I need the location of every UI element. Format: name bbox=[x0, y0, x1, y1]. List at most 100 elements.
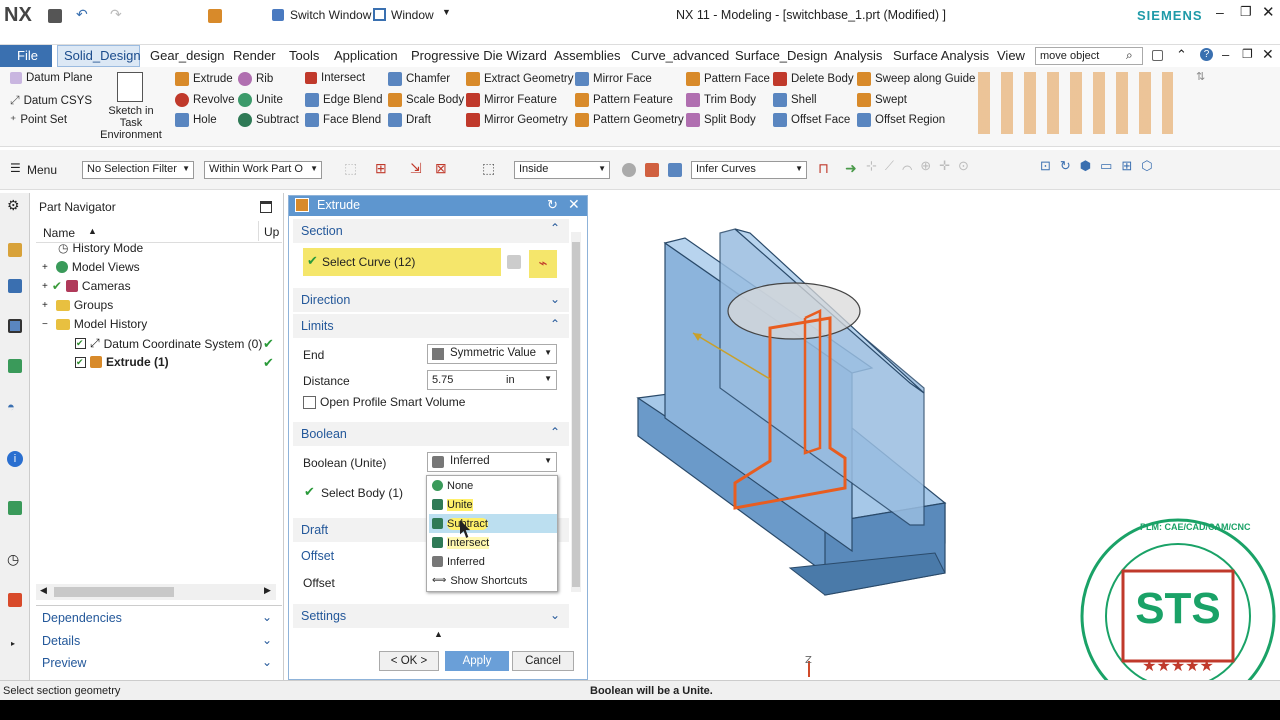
tree-item-model-views[interactable]: + Model Views bbox=[42, 260, 140, 274]
info-icon[interactable]: i bbox=[7, 451, 23, 467]
chevron-down-icon[interactable]: ⌄ bbox=[550, 608, 560, 622]
tab-gear-design[interactable]: Gear_design bbox=[150, 48, 224, 63]
dialog-scroll-thumb[interactable] bbox=[572, 242, 580, 587]
offset-group-header[interactable]: Offset bbox=[301, 549, 334, 563]
switch-window-button[interactable]: Switch Window bbox=[290, 8, 371, 22]
gallery-scroll-icon[interactable]: ⇅ bbox=[1196, 70, 1205, 83]
pattern-geometry-button[interactable]: Pattern Geometry bbox=[575, 113, 684, 127]
point-set-button[interactable]: ⁺ Point Set bbox=[10, 113, 67, 127]
mirror-feature-button[interactable]: Mirror Feature bbox=[466, 93, 557, 107]
tab-progressive-die[interactable]: Progressive Die Wizard bbox=[411, 48, 547, 63]
snap-point-icons[interactable]: ⊹⟋⌒⊕✛⊙ bbox=[866, 158, 1016, 180]
doc-minimize-icon[interactable]: – bbox=[1222, 47, 1229, 62]
maximize-panel-icon[interactable] bbox=[260, 201, 272, 213]
tree-item-groups[interactable]: + Groups bbox=[42, 298, 113, 312]
tab-analysis[interactable]: Analysis bbox=[834, 48, 882, 63]
name-column-header[interactable]: Name bbox=[43, 226, 75, 240]
chevron-down-icon[interactable]: ⌄ bbox=[262, 633, 272, 647]
offset-face-button[interactable]: Offset Face bbox=[773, 113, 850, 127]
visibility-checkbox[interactable]: ✔ bbox=[75, 356, 86, 368]
tab-solid-design[interactable]: Solid_Design bbox=[64, 48, 141, 63]
scale-body-button[interactable]: Scale Body bbox=[388, 93, 464, 107]
chevron-down-icon[interactable]: ⌄ bbox=[262, 610, 272, 624]
end-select[interactable]: Symmetric Value ▼ bbox=[427, 344, 557, 364]
more-tools-gallery[interactable] bbox=[978, 72, 1173, 134]
expand-icon[interactable]: + bbox=[42, 300, 48, 311]
scroll-right-icon[interactable]: ▶ bbox=[264, 585, 271, 596]
limits-group-header[interactable]: Limits bbox=[301, 319, 334, 333]
swept-button[interactable]: Swept bbox=[857, 93, 907, 107]
redo-icon[interactable]: ↷ bbox=[110, 6, 122, 23]
option-none[interactable]: None bbox=[429, 476, 557, 495]
ok-button[interactable]: < OK > bbox=[379, 651, 439, 671]
tab-assemblies[interactable]: Assemblies bbox=[554, 48, 620, 63]
unite-button[interactable]: Unite bbox=[238, 93, 283, 107]
tab-view[interactable]: View bbox=[997, 48, 1025, 63]
window-menu[interactable]: Window bbox=[391, 8, 434, 22]
rectangle-select-icon[interactable]: ⬚ bbox=[482, 160, 495, 177]
trim-body-button[interactable]: Trim Body bbox=[686, 93, 756, 107]
revolve-button[interactable]: Revolve bbox=[175, 93, 235, 107]
search-icon[interactable]: ⌕ bbox=[1126, 48, 1133, 63]
collapse-ribbon-icon[interactable]: ⌃ bbox=[1176, 47, 1187, 63]
boolean-select[interactable]: Inferred ▼ bbox=[427, 452, 557, 472]
view-control-icons[interactable]: ⊡↻⬢▭⊞⬡ bbox=[1040, 158, 1250, 182]
face-blend-button[interactable]: Face Blend bbox=[305, 113, 381, 127]
settings-gear-icon[interactable]: ⚙ bbox=[7, 197, 20, 214]
hole-button[interactable]: Hole bbox=[175, 113, 217, 127]
roles-icon[interactable] bbox=[8, 593, 22, 607]
menu-button[interactable]: Menu bbox=[27, 163, 57, 177]
extract-geometry-button[interactable]: Extract Geometry bbox=[466, 72, 573, 86]
stop-at-intersection-icon[interactable]: ⊓ bbox=[818, 160, 829, 177]
sweep-guide-button[interactable]: Sweep along Guide bbox=[857, 72, 975, 86]
select-tool-icon[interactable]: ⬚ bbox=[344, 160, 357, 177]
chamfer-button[interactable]: Chamfer bbox=[388, 72, 450, 86]
intersect-button[interactable]: Intersect bbox=[305, 72, 365, 84]
draft-group-header[interactable]: Draft bbox=[301, 523, 328, 537]
tab-curve-advanced[interactable]: Curve_advanced bbox=[631, 48, 729, 63]
close-icon[interactable]: ✕ bbox=[1262, 3, 1275, 21]
horizontal-scrollbar[interactable]: ◀ ▶ bbox=[36, 584, 276, 600]
visibility-checkbox[interactable]: ✔ bbox=[75, 338, 86, 349]
history-clock-icon[interactable]: ◷ bbox=[7, 551, 19, 568]
tree-item-datum-csys[interactable]: ✔ ⤢ Datum Coordinate System (0) bbox=[75, 336, 262, 351]
restore-icon[interactable]: ❐ bbox=[1240, 4, 1252, 20]
section-group-header[interactable]: Section bbox=[301, 224, 343, 238]
view-tool-icon[interactable] bbox=[622, 163, 636, 177]
help-icon[interactable]: ? bbox=[1200, 48, 1213, 61]
expand-strip-icon[interactable]: ▸ bbox=[11, 639, 15, 648]
dialog-close-icon[interactable]: ✕ bbox=[568, 196, 580, 213]
doc-close-icon[interactable]: ✕ bbox=[1262, 46, 1274, 63]
minimize-icon[interactable]: – bbox=[1216, 4, 1224, 20]
preview-panel[interactable]: Preview bbox=[42, 656, 86, 670]
split-body-button[interactable]: Split Body bbox=[686, 113, 756, 127]
select-body-button[interactable]: Select Body (1) bbox=[321, 486, 403, 500]
tree-item-history-mode[interactable]: ◷ History Mode bbox=[58, 241, 143, 255]
distance-field[interactable]: 5.75 in ▼ bbox=[427, 370, 557, 390]
expand-icon[interactable]: + bbox=[42, 281, 48, 292]
visualization-icon[interactable]: ◓ bbox=[7, 399, 15, 414]
boolean-group-header[interactable]: Boolean bbox=[301, 427, 347, 441]
curve-icon[interactable]: ⌁ bbox=[529, 250, 557, 278]
chevron-up-icon[interactable]: ⌃ bbox=[550, 317, 560, 331]
assembly-navigator-icon[interactable] bbox=[8, 243, 22, 257]
datum-plane-button[interactable]: Datum Plane bbox=[10, 72, 92, 84]
window-icon[interactable] bbox=[208, 9, 222, 23]
option-subtract[interactable]: Subtract bbox=[429, 514, 557, 533]
mirror-geometry-button[interactable]: Mirror Geometry bbox=[466, 113, 568, 127]
selection-filter-select[interactable]: No Selection Filter bbox=[82, 161, 194, 179]
direction-group-header[interactable]: Direction bbox=[301, 293, 350, 307]
pattern-face-button[interactable]: Pattern Face bbox=[686, 72, 770, 86]
undo-icon[interactable]: ↶ bbox=[76, 6, 88, 23]
details-panel[interactable]: Details bbox=[42, 634, 80, 648]
datum-csys-button[interactable]: ⤢ Datum CSYS bbox=[10, 93, 92, 108]
follow-fillet-icon[interactable]: ➜ bbox=[845, 160, 857, 177]
tab-surface-design[interactable]: Surface_Design bbox=[735, 48, 828, 63]
option-intersect[interactable]: Intersect bbox=[429, 533, 557, 552]
chevron-up-icon[interactable]: ⌃ bbox=[550, 425, 560, 439]
tab-application[interactable]: Application bbox=[334, 48, 398, 63]
tab-render[interactable]: Render bbox=[233, 48, 276, 63]
part-navigator-icon[interactable] bbox=[8, 319, 22, 333]
distance-unit-select[interactable]: in bbox=[506, 374, 515, 386]
reset-icon[interactable]: ↻ bbox=[547, 197, 558, 213]
